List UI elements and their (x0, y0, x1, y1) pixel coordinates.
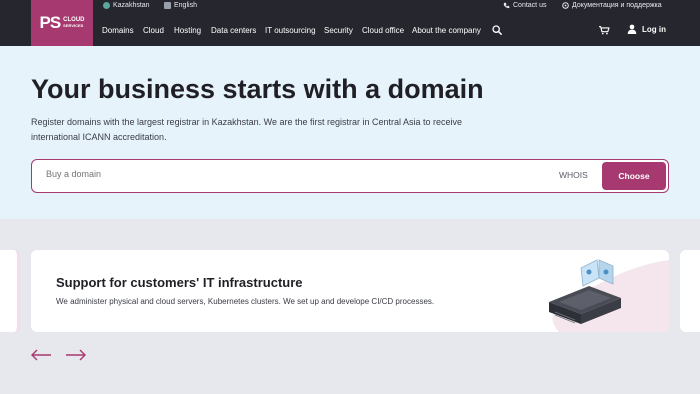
top-utility-bar: Kazakhstan English Contact us Документац… (0, 0, 700, 14)
globe-icon (103, 2, 110, 9)
login-label: Log in (642, 24, 666, 34)
choose-button[interactable]: Choose (602, 162, 666, 190)
nav-cloud-office[interactable]: Cloud office (362, 26, 404, 35)
nav-it-outsourcing[interactable]: IT outsourcing (265, 26, 316, 35)
phone-icon (503, 2, 510, 9)
domain-search-input[interactable] (46, 169, 446, 179)
page-title: Your business starts with a domain (31, 74, 484, 104)
contact-label: Contact us (513, 2, 547, 9)
region-label: Kazakhstan (113, 2, 150, 9)
whois-link[interactable]: WHOIS (559, 170, 588, 180)
logo-line2: SERVICES (63, 23, 84, 28)
nav-cloud[interactable]: Cloud (143, 26, 164, 35)
language-selector[interactable]: English (164, 2, 197, 9)
language-label: English (174, 2, 197, 9)
previous-slide-peek (0, 250, 20, 332)
hero-section: Your business starts with a domain Regis… (0, 46, 700, 219)
region-selector[interactable]: Kazakhstan (103, 2, 150, 9)
slide-description: We administer physical and cloud servers… (56, 297, 435, 306)
docs-label: Документация и поддержка (572, 2, 662, 9)
user-icon (627, 24, 637, 34)
logo-mark: PS (39, 13, 61, 32)
contact-link[interactable]: Contact us (503, 2, 546, 9)
docs-support-link[interactable]: Документация и поддержка (562, 2, 662, 9)
search-icon[interactable] (492, 25, 502, 35)
arrow-right-icon[interactable] (65, 349, 87, 361)
arrow-left-icon[interactable] (30, 349, 52, 361)
main-navigation: Domains Cloud Hosting Data centers IT ou… (0, 14, 700, 46)
nav-hosting[interactable]: Hosting (174, 26, 201, 35)
domain-search-box: WHOIS Choose (31, 159, 669, 193)
next-slide-peek (680, 250, 700, 332)
ps-cloud-logo[interactable]: PS CLOUD SERVICES (31, 0, 93, 46)
hero-description: Register domains with the largest regist… (31, 117, 463, 142)
slide-title: Support for customers' IT infrastructure (56, 275, 303, 290)
support-chat-icon (562, 2, 569, 9)
server-illustration (549, 259, 669, 332)
login-button[interactable]: Log in (627, 24, 666, 34)
language-icon (164, 2, 171, 9)
slider-card: Support for customers' IT infrastructure… (31, 250, 669, 332)
cart-icon[interactable] (598, 25, 610, 35)
nav-data-centers[interactable]: Data centers (211, 26, 256, 35)
nav-about-company[interactable]: About the company (412, 26, 481, 35)
nav-security[interactable]: Security (324, 26, 353, 35)
nav-domains[interactable]: Domains (102, 26, 134, 35)
